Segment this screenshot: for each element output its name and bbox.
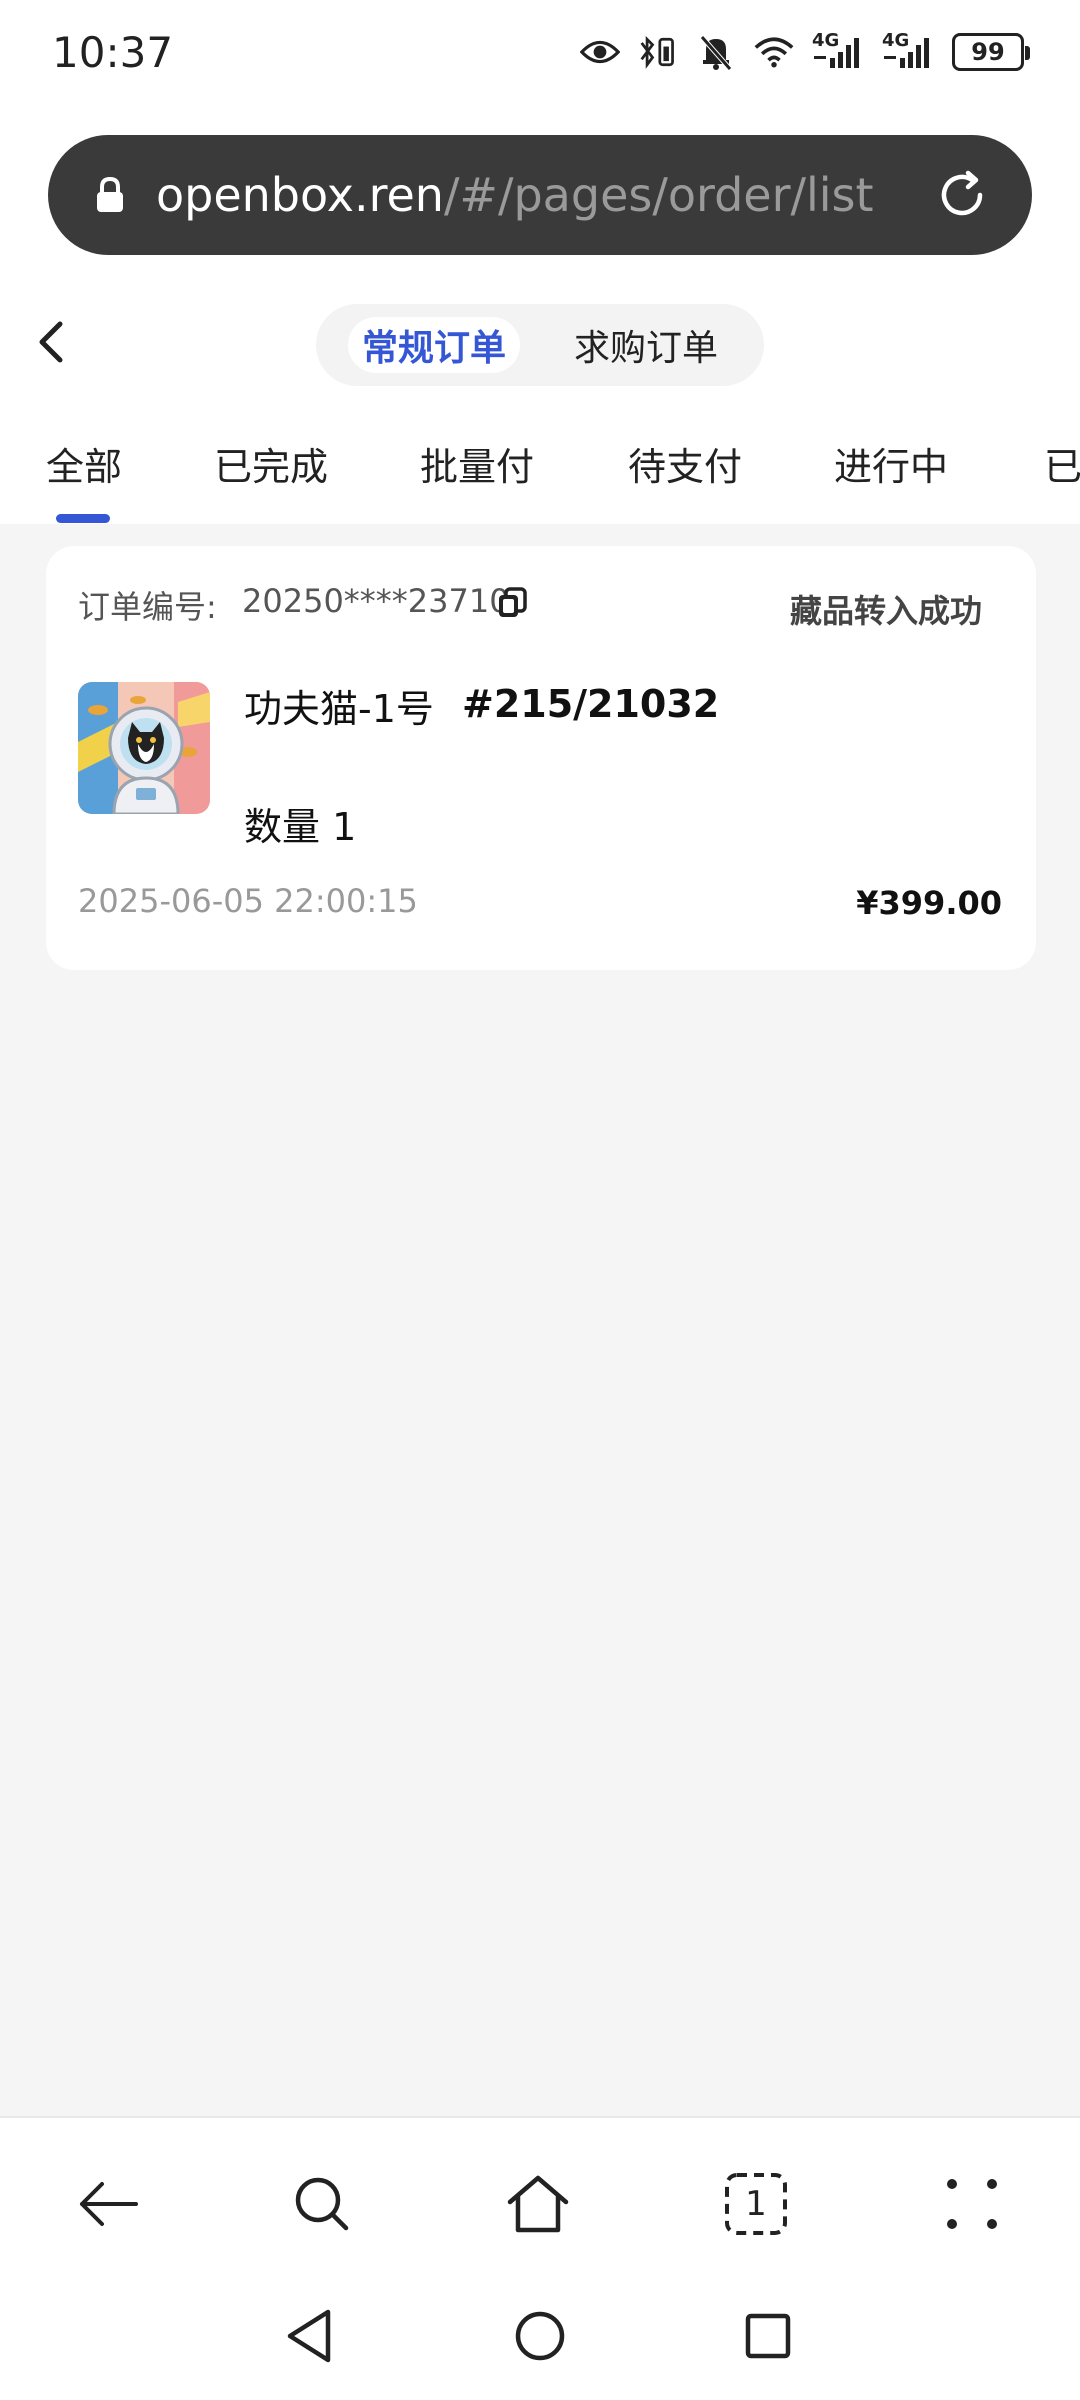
search-icon[interactable]: [286, 2168, 358, 2240]
back-arrow-icon[interactable]: [72, 2168, 144, 2240]
order-type-switch: 常规订单 求购订单: [316, 304, 764, 386]
tab-all[interactable]: 全部: [46, 436, 122, 491]
bell-off-icon: [696, 32, 736, 72]
eye-icon: [580, 32, 620, 72]
more-menu-icon[interactable]: [936, 2168, 1008, 2240]
tabs-count-icon[interactable]: 1: [720, 2168, 792, 2240]
bluetooth-battery-icon: [638, 32, 678, 72]
nav-back-icon[interactable]: [278, 2304, 342, 2368]
item-quantity: 数量 1: [244, 796, 356, 851]
status-time: 10:37: [52, 28, 174, 77]
wifi-icon: [754, 32, 794, 72]
status-icons: 4G 4G 99: [580, 30, 1030, 72]
tab-pending-payment[interactable]: 待支付: [628, 436, 742, 491]
item-name: 功夫猫-1号: [244, 687, 434, 731]
lock-icon: [90, 175, 130, 215]
tab-completed[interactable]: 已完成: [214, 436, 328, 491]
order-number: 20250****23710: [242, 582, 510, 620]
tab-more[interactable]: 已: [1044, 436, 1080, 491]
segment-regular-orders[interactable]: 常规订单: [348, 317, 520, 373]
tab-batch-pay[interactable]: 批量付: [420, 436, 534, 491]
order-card[interactable]: 订单编号: 20250****23710 藏品转入成功 功夫猫-1号 #215/…: [46, 546, 1036, 970]
order-price: ¥399.00: [856, 884, 1002, 922]
url-text[interactable]: openbox.ren/#/pages/order/list: [156, 163, 874, 227]
copy-icon[interactable]: [496, 586, 528, 620]
browser-toolbar: 1: [0, 2116, 1080, 2286]
item-thumbnail[interactable]: [78, 682, 210, 814]
signal-icon: 4G: [882, 30, 934, 72]
nav-recents-icon[interactable]: [736, 2304, 800, 2368]
order-status: 藏品转入成功: [789, 592, 982, 630]
url-path: /#/pages/order/list: [443, 168, 874, 222]
item-serial: #215/21032: [462, 682, 720, 726]
signal-icon: 4G: [812, 30, 864, 72]
tab-active-indicator: [56, 514, 110, 523]
battery-icon: 99: [952, 33, 1030, 71]
order-number-label: 订单编号:: [78, 588, 217, 626]
segment-purchase-orders[interactable]: 求购订单: [556, 317, 736, 373]
quantity-label: 数量: [244, 805, 321, 849]
url-host: openbox.ren: [156, 168, 444, 222]
status-tabs: 全部 已完成 批量付 待支付 进行中 已: [0, 406, 1080, 524]
home-icon[interactable]: [502, 2168, 574, 2240]
order-time: 2025-06-05 22:00:15: [78, 882, 418, 920]
back-icon[interactable]: [30, 310, 74, 374]
quantity-value: 1: [332, 805, 357, 849]
tab-in-progress[interactable]: 进行中: [834, 436, 948, 491]
tab-count: 1: [745, 2184, 767, 2224]
nav-home-icon[interactable]: [508, 2304, 572, 2368]
system-navigation: [0, 2286, 1080, 2400]
reload-icon[interactable]: [932, 165, 992, 225]
address-bar[interactable]: openbox.ren/#/pages/order/list: [48, 135, 1032, 255]
